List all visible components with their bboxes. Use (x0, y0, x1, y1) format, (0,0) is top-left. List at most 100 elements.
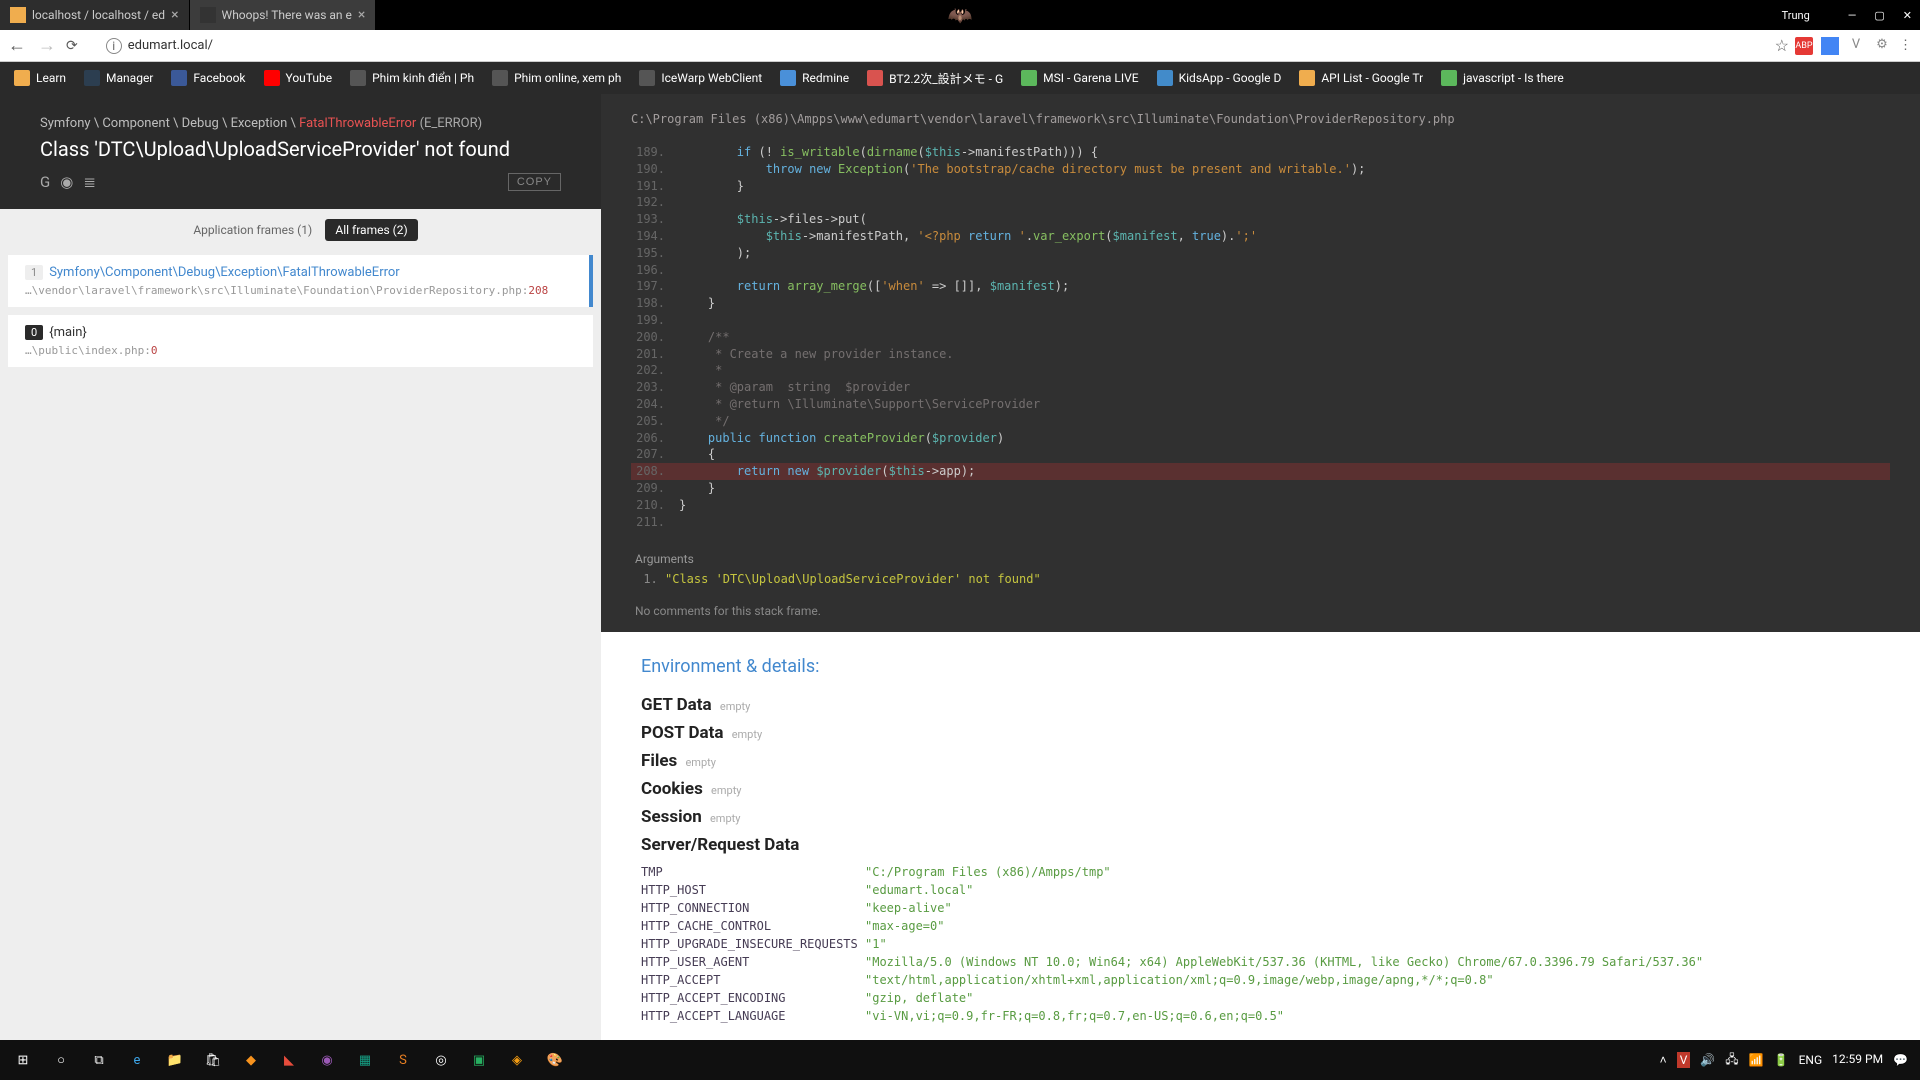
profile-name[interactable]: Trung (1782, 9, 1810, 22)
abp-icon[interactable]: ABP (1795, 37, 1813, 55)
explorer-icon[interactable]: 📁 (159, 1044, 191, 1076)
app-icon-6[interactable]: ▣ (463, 1044, 495, 1076)
env-group-heading: GET Data empty (641, 695, 1880, 715)
start-icon[interactable]: ⊞ (7, 1044, 39, 1076)
env-group-heading: Server/Request Data (641, 835, 1880, 855)
code-line: 190. throw new Exception('The bootstrap/… (631, 161, 1890, 178)
argument-item: "Class 'DTC\Upload\UploadServiceProvider… (665, 572, 1886, 586)
edge-icon[interactable]: e (121, 1044, 153, 1076)
env-row: TMP"C:/Program Files (x86)/Ampps/tmp" (641, 863, 1880, 881)
frame-class: Symfony\Component\Debug\Exception\FatalT… (49, 265, 400, 280)
google-search-icon[interactable]: G (40, 173, 50, 191)
env-key: HTTP_CONNECTION (641, 901, 865, 915)
maximize-icon[interactable]: ▢ (1874, 9, 1884, 22)
code-line: 197. return array_merge(['when' => []], … (631, 278, 1890, 295)
cortana-icon[interactable]: ○ (45, 1044, 77, 1076)
main-panel[interactable]: C:\Program Files (x86)\Ampps\www\edumart… (601, 94, 1920, 1040)
site-info-icon[interactable]: i (106, 38, 122, 54)
env-key: TMP (641, 865, 865, 879)
env-group-heading: Cookies empty (641, 779, 1880, 799)
env-key: HTTP_UPGRADE_INSECURE_REQUESTS (641, 937, 865, 951)
tray-volume-icon[interactable]: 🔊 (1700, 1053, 1715, 1067)
tray-wifi-icon[interactable]: 📶 (1749, 1053, 1764, 1067)
app-icon-5[interactable]: S (387, 1044, 419, 1076)
close-icon[interactable]: ✕ (1903, 9, 1912, 22)
stackoverflow-icon[interactable]: ≣ (83, 173, 96, 191)
env-value: "Mozilla/5.0 (Windows NT 10.0; Win64; x6… (865, 955, 1703, 969)
bookmark-item[interactable]: Phim kinh điển | Ph (344, 68, 480, 88)
bookmark-item[interactable]: Facebook (165, 68, 251, 88)
browser-tab[interactable]: Whoops! There was an e× (190, 0, 377, 30)
bookmark-item[interactable]: MSI - Garena LIVE (1015, 68, 1144, 88)
bookmark-item[interactable]: BT2.2次_設計メモ - G (861, 68, 1009, 89)
tray-battery-icon[interactable]: 🔋 (1774, 1053, 1789, 1067)
bookmark-favicon-icon (780, 70, 796, 86)
app-icon-7[interactable]: ◈ (501, 1044, 533, 1076)
env-row: HTTP_ACCEPT"text/html,application/xhtml+… (641, 971, 1880, 989)
bookmark-star-icon[interactable]: ☆ (1775, 36, 1789, 55)
frame-path: …\vendor\laravel\framework\src\Illuminat… (25, 284, 575, 297)
taskview-icon[interactable]: ⧉ (83, 1044, 115, 1076)
tab-close-icon[interactable]: × (171, 7, 178, 23)
file-path: C:\Program Files (x86)\Ampps\www\edumart… (631, 112, 1890, 126)
code-line: 205. */ (631, 413, 1890, 430)
ext-gear-icon[interactable]: ⚙ (1873, 37, 1891, 55)
error-page: Symfony \ Component \ Debug \ Exception … (0, 94, 1920, 1040)
env-value: "C:/Program Files (x86)/Ampps/tmp" (865, 865, 1111, 879)
code-block: 189. if (! is_writable(dirname($this->ma… (631, 144, 1890, 530)
app-icon-3[interactable]: ◉ (311, 1044, 343, 1076)
bookmark-item[interactable]: IceWarp WebClient (633, 68, 768, 88)
all-frames-tab[interactable]: All frames (2) (325, 219, 417, 241)
tray-clock[interactable]: 12:59 PM (1832, 1053, 1883, 1066)
chrome-menu-icon[interactable]: ⋮ (1899, 38, 1912, 53)
url-box[interactable]: i edumart.local/ (96, 33, 1767, 59)
bookmark-item[interactable]: Learn (8, 68, 72, 88)
env-value: "1" (865, 937, 887, 951)
window-controls: Trung — ▢ ✕ (1782, 9, 1912, 22)
app-frames-tab[interactable]: Application frames (1) (183, 219, 322, 241)
tray-chevron-icon[interactable]: ˄ (1660, 1053, 1667, 1067)
stack-frame[interactable]: 0{main}…\public\index.php:0 (8, 315, 593, 367)
tab-close-icon[interactable]: × (358, 7, 365, 23)
tab-title: localhost / localhost / ed (32, 8, 165, 22)
env-row: HTTP_USER_AGENT"Mozilla/5.0 (Windows NT … (641, 953, 1880, 971)
app-icon-4[interactable]: ▦ (349, 1044, 381, 1076)
frame-class: {main} (49, 325, 87, 340)
bookmark-item[interactable]: YouTube (258, 68, 339, 88)
env-value: "vi-VN,vi;q=0.9,fr-FR;q=0.8,fr;q=0.7,en-… (865, 1009, 1284, 1023)
chrome-icon[interactable]: ◎ (425, 1044, 457, 1076)
code-line: 196. (631, 262, 1890, 279)
app-icon-1[interactable]: ◆ (235, 1044, 267, 1076)
reload-icon[interactable]: ⟳ (66, 38, 78, 54)
frame-tabs: Application frames (1) All frames (2) (0, 209, 601, 251)
bookmark-label: BT2.2次_設計メモ - G (889, 70, 1003, 87)
tray-v-icon[interactable]: V (1677, 1052, 1691, 1068)
copy-button[interactable]: COPY (508, 173, 561, 191)
store-icon[interactable]: 🛍 (197, 1044, 229, 1076)
bookmark-item[interactable]: KidsApp - Google D (1151, 68, 1288, 88)
app-icon-2[interactable]: ◣ (273, 1044, 305, 1076)
bookmark-label: Phim kinh điển | Ph (372, 71, 474, 85)
bookmark-item[interactable]: Redmine (774, 68, 855, 88)
env-group-heading: Files empty (641, 751, 1880, 771)
bookmark-item[interactable]: API List - Google Tr (1293, 68, 1429, 88)
minimize-icon[interactable]: — (1848, 9, 1857, 22)
address-bar: ← → ⟳ i edumart.local/ ☆ ABP V ⚙ ⋮ (0, 30, 1920, 62)
bookmark-item[interactable]: Phim online, xem ph (486, 68, 627, 88)
app-icon-8[interactable]: 🎨 (539, 1044, 571, 1076)
browser-tab[interactable]: localhost / localhost / ed × (0, 0, 190, 30)
stack-frame[interactable]: 1Symfony\Component\Debug\Exception\Fatal… (8, 255, 593, 307)
tray-network-icon[interactable]: 🖧 (1725, 1050, 1738, 1071)
tray-notifications-icon[interactable]: 💬 (1893, 1053, 1908, 1067)
bookmark-favicon-icon (264, 70, 280, 86)
back-icon[interactable]: ← (8, 35, 26, 56)
taskbar: ⊞ ○ ⧉ e 📁 🛍 ◆ ◣ ◉ ▦ S ◎ ▣ ◈ 🎨 ˄ V 🔊 🖧 📶 … (0, 1040, 1920, 1080)
theme-logo-icon: 🦇 (948, 3, 973, 27)
bookmark-item[interactable]: Manager (78, 68, 159, 88)
bookmark-item[interactable]: javascript - Is there (1435, 68, 1570, 88)
ext-v-icon[interactable]: V (1847, 37, 1865, 55)
translate-icon[interactable] (1821, 37, 1839, 55)
tray-lang[interactable]: ENG (1799, 1053, 1823, 1067)
bookmark-favicon-icon (1299, 70, 1315, 86)
duckduckgo-icon[interactable]: ◉ (60, 173, 73, 191)
